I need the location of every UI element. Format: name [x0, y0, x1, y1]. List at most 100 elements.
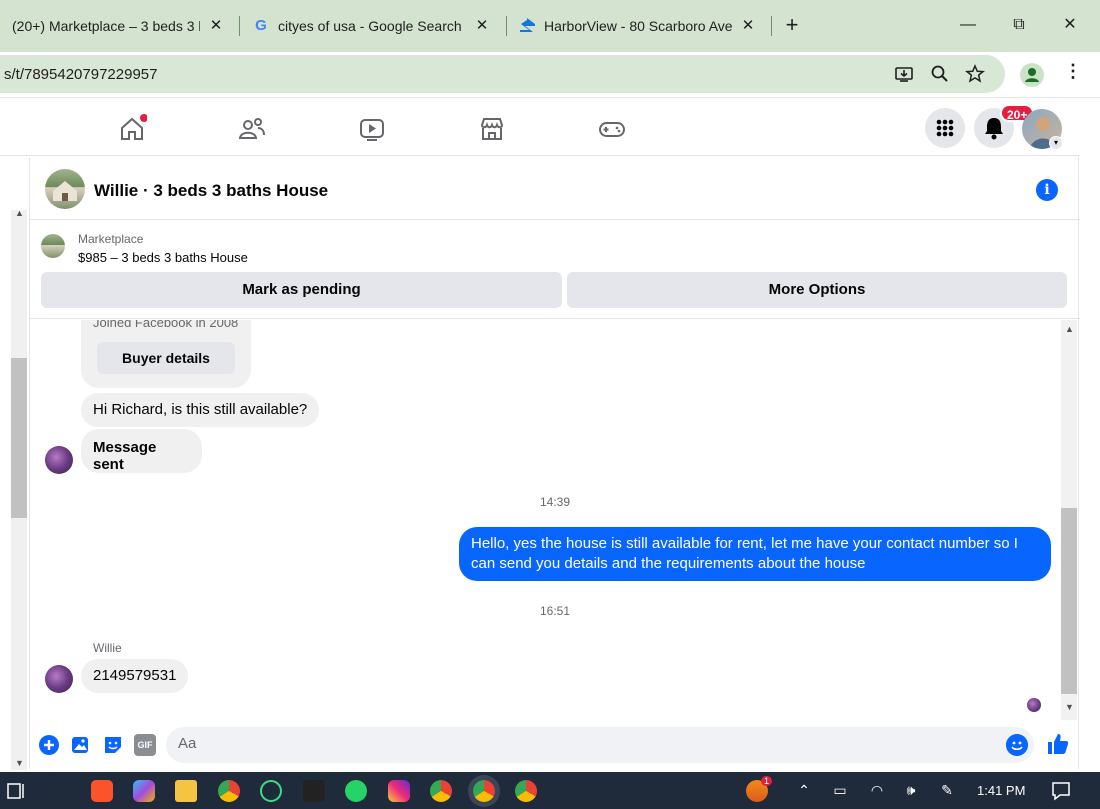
tab-title: (20+) Marketplace – 3 beds 3 ba: [12, 18, 200, 34]
home-icon[interactable]: [117, 114, 147, 144]
tab-harborview[interactable]: HarborView - 80 Scarboro Ave S ✕: [518, 8, 758, 44]
browser-tab-bar: (20+) Marketplace – 3 beds 3 ba ✕ G city…: [0, 0, 1100, 52]
tab-marketplace[interactable]: (20+) Marketplace – 3 beds 3 ba ✕: [12, 8, 226, 44]
tab-google-search[interactable]: G cityes of usa - Google Search ✕: [252, 8, 492, 44]
scroll-down-arrow-icon[interactable]: ▼: [15, 758, 24, 768]
scroll-up-arrow-icon[interactable]: ▲: [1065, 324, 1074, 334]
bookmark-star-icon[interactable]: [965, 64, 985, 84]
scroll-up-arrow-icon[interactable]: ▲: [15, 208, 24, 218]
install-app-icon[interactable]: [894, 64, 914, 84]
chat-scrollbar-thumb[interactable]: [1061, 508, 1077, 694]
marketplace-icon[interactable]: [477, 114, 507, 144]
chrome-icon[interactable]: [218, 780, 240, 802]
page-scrollbar[interactable]: [11, 210, 27, 770]
buyer-details-button[interactable]: Buyer details: [97, 342, 235, 374]
timestamp: 14:39: [539, 495, 571, 509]
close-window-button[interactable]: ✕: [1050, 10, 1090, 40]
zoom-icon[interactable]: [930, 64, 950, 84]
more-options-button[interactable]: More Options: [567, 272, 1067, 308]
contact-avatar[interactable]: [45, 665, 73, 693]
video-icon[interactable]: [357, 114, 387, 144]
listing-avatar[interactable]: [45, 169, 85, 209]
copilot-icon[interactable]: [133, 780, 155, 802]
chrome-icon[interactable]: [515, 780, 537, 802]
plus-circle-icon[interactable]: [38, 734, 60, 756]
menu-grid-button[interactable]: [925, 108, 965, 148]
gaming-icon[interactable]: [597, 114, 627, 144]
task-view-icon[interactable]: [6, 780, 28, 802]
message-text: Hi Richard, is this still available?: [93, 401, 308, 418]
contact-avatar[interactable]: [45, 446, 73, 474]
marketplace-label: Marketplace: [78, 232, 144, 246]
instagram-icon[interactable]: [388, 780, 410, 802]
tab-title: HarborView - 80 Scarboro Ave S: [544, 18, 734, 34]
restore-button[interactable]: ⧉: [999, 10, 1039, 40]
sticker-icon[interactable]: [102, 734, 124, 756]
photo-icon[interactable]: [70, 734, 92, 756]
info-icon[interactable]: i: [1036, 179, 1058, 201]
url-text[interactable]: s/t/7895420797229957: [4, 66, 157, 83]
chat-panel: Willie · 3 beds 3 baths House i Marketpl…: [29, 157, 1080, 769]
tab-separator: [506, 16, 507, 36]
omnibox[interactable]: s/t/7895420797229957: [0, 55, 1005, 93]
browser-menu-icon[interactable]: ⋮: [1064, 61, 1082, 82]
message-list: Joined Facebook in 2008 Buyer details Hi…: [30, 320, 1080, 720]
chat-header: Willie · 3 beds 3 baths House i: [30, 157, 1080, 220]
chevron-up-icon[interactable]: ⌃: [795, 782, 813, 799]
tab-title: cityes of usa - Google Search: [278, 18, 462, 34]
whatsapp-icon[interactable]: [345, 780, 367, 802]
page-scrollbar-thumb[interactable]: [11, 358, 27, 518]
windows-taskbar: 1 ⌃ ▭ ◠ 🕪 ✎ 1:41 PM: [0, 772, 1100, 809]
friends-icon[interactable]: [237, 114, 267, 144]
read-receipt-avatar: [1027, 698, 1041, 712]
tab-separator: [771, 16, 772, 36]
wifi-icon[interactable]: ◠: [868, 782, 886, 799]
close-tab-icon[interactable]: ✕: [206, 16, 226, 34]
address-bar-row: s/t/7895420797229957 ⋮: [0, 52, 1100, 98]
notification-center-icon[interactable]: [1050, 780, 1072, 802]
message-input-wrapper[interactable]: [166, 727, 1034, 763]
buyer-info-card: Joined Facebook in 2008 Buyer details: [81, 320, 251, 388]
message-text: 2149579531: [93, 667, 177, 684]
tab-separator: [239, 16, 240, 36]
sent-message-bubble: Hello, yes the house is still available …: [459, 527, 1051, 581]
mark-as-pending-button[interactable]: Mark as pending: [41, 272, 562, 308]
scroll-down-arrow-icon[interactable]: ▼: [1065, 702, 1074, 712]
message-bubble: Hi Richard, is this still available?: [81, 393, 320, 427]
emoji-icon[interactable]: [1006, 734, 1028, 756]
facebook-top-nav: [0, 100, 1080, 156]
marketplace-listing-bar: Marketplace $985 – 3 beds 3 baths House …: [30, 221, 1080, 319]
chat-title[interactable]: Willie · 3 beds 3 baths House: [94, 181, 328, 201]
new-tab-button[interactable]: +: [782, 12, 802, 38]
menu-grid-icon: [936, 119, 954, 137]
brave-browser-icon[interactable]: [91, 780, 113, 802]
message-bubble: Message sent: [81, 429, 202, 473]
phone-link-icon[interactable]: [260, 780, 282, 802]
volume-icon[interactable]: 🕪: [902, 782, 920, 799]
profile-icon[interactable]: [1020, 63, 1044, 87]
thumbs-up-icon[interactable]: [1046, 732, 1070, 756]
message-composer: GIF: [30, 722, 1080, 769]
chevron-down-icon[interactable]: ▾: [1049, 136, 1063, 150]
clock-time[interactable]: 1:41 PM: [977, 783, 1025, 798]
gif-icon[interactable]: GIF: [134, 734, 156, 756]
timestamp: 16:51: [539, 604, 571, 618]
sender-name: Willie: [93, 641, 122, 655]
chrome-icon[interactable]: [430, 780, 452, 802]
close-tab-icon[interactable]: ✕: [472, 16, 492, 34]
pen-icon[interactable]: ✎: [938, 782, 956, 799]
listing-title[interactable]: $985 – 3 beds 3 baths House: [78, 250, 248, 265]
message-bubble: 2149579531: [81, 659, 189, 693]
chrome-active-icon[interactable]: [473, 780, 495, 802]
listing-thumbnail[interactable]: [41, 234, 65, 258]
chat-scrollbar[interactable]: ▲ ▼: [1061, 320, 1077, 720]
google-icon: G: [255, 17, 267, 34]
app-icon[interactable]: [303, 780, 325, 802]
joined-facebook-text: Joined Facebook in 2008: [93, 320, 239, 330]
minimize-button[interactable]: —: [948, 10, 988, 40]
file-explorer-icon[interactable]: [175, 780, 197, 802]
close-tab-icon[interactable]: ✕: [738, 16, 758, 34]
message-input[interactable]: [178, 735, 978, 752]
battery-icon[interactable]: ▭: [831, 782, 849, 799]
message-text: Hello, yes the house is still available …: [471, 535, 1018, 572]
